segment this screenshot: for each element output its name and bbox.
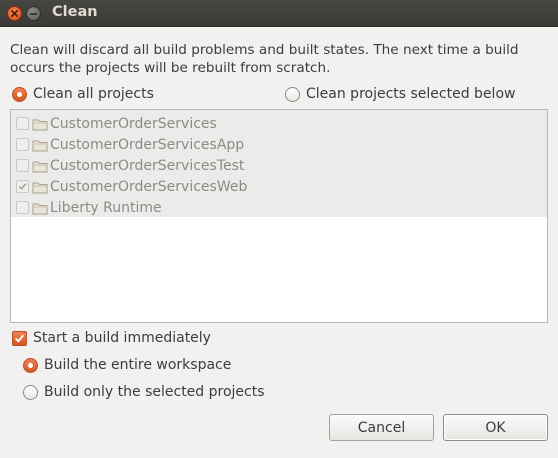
cancel-button[interactable]: Cancel (329, 414, 434, 441)
clean-selected-radio[interactable]: Clean projects selected below (285, 86, 515, 102)
folder-icon (32, 119, 48, 130)
radio-indicator[interactable] (285, 86, 300, 102)
project-name: Liberty Runtime (50, 199, 162, 216)
folder-icon (32, 182, 48, 193)
project-checkbox[interactable] (16, 117, 29, 130)
clean-selected-label: Clean projects selected below (306, 86, 516, 102)
folder-icon (32, 140, 48, 151)
radio-indicator[interactable] (23, 384, 38, 400)
description-text: Clean will discard all build problems an… (10, 42, 519, 76)
clean-all-radio[interactable]: Clean all projects (12, 86, 154, 102)
project-checkbox[interactable] (16, 138, 29, 151)
minimize-icon[interactable] (26, 6, 41, 21)
radio-indicator[interactable] (12, 86, 27, 102)
folder-icon (32, 203, 48, 214)
window-title: Clean (52, 4, 98, 20)
checkmark-icon (14, 334, 25, 343)
project-name: CustomerOrderServicesApp (50, 136, 245, 153)
start-build-label: Start a build immediately (33, 330, 211, 346)
ok-button[interactable]: OK (443, 414, 548, 441)
list-item[interactable]: CustomerOrderServices (16, 113, 217, 134)
build-selected-radio[interactable]: Build only the selected projects (23, 384, 265, 400)
radio-indicator[interactable] (23, 357, 38, 373)
project-list[interactable]: CustomerOrderServices CustomerOrderServi… (10, 109, 548, 323)
project-name: CustomerOrderServices (50, 115, 217, 132)
list-item[interactable]: CustomerOrderServicesApp (16, 134, 244, 155)
project-name: CustomerOrderServicesTest (50, 157, 245, 174)
folder-icon (32, 161, 48, 172)
build-selected-label: Build only the selected projects (44, 384, 265, 400)
start-build-checkbox-row[interactable]: Start a build immediately (12, 330, 211, 346)
project-name: CustomerOrderServicesWeb (50, 178, 248, 195)
title-bar: Clean (0, 0, 558, 27)
list-item[interactable]: CustomerOrderServicesWeb (16, 176, 247, 197)
clean-all-label: Clean all projects (33, 86, 154, 102)
build-entire-label: Build the entire workspace (44, 357, 232, 373)
project-checkbox[interactable] (16, 201, 29, 214)
project-checkbox[interactable] (16, 159, 29, 172)
start-build-checkbox[interactable] (12, 330, 27, 346)
build-entire-radio[interactable]: Build the entire workspace (23, 357, 231, 373)
checkmark-icon (18, 183, 27, 190)
list-item[interactable]: Liberty Runtime (16, 197, 162, 218)
list-item[interactable]: CustomerOrderServicesTest (16, 155, 244, 176)
project-checkbox[interactable] (16, 180, 29, 193)
close-icon[interactable] (7, 6, 22, 21)
